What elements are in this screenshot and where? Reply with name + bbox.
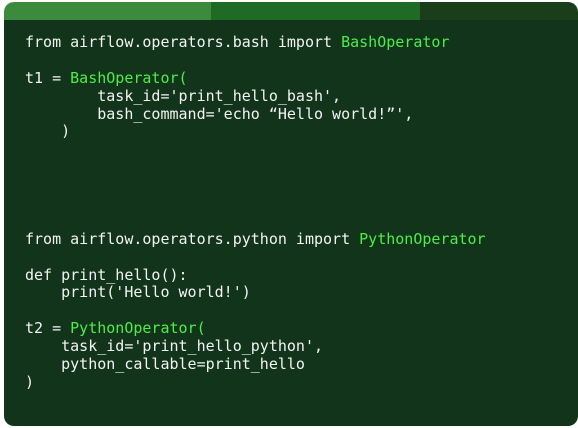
code-line: print('Hello world!') (25, 284, 578, 302)
code-class-name: BashOperator (341, 33, 450, 51)
code-line: task_id='print_hello_python', (25, 337, 578, 356)
code-text: task_id='print_hello_bash', (25, 86, 342, 105)
code-text: from airflow.operators.python import (25, 229, 360, 248)
code-text: ) (25, 372, 35, 391)
code-line: t2 = PythonOperator( (25, 319, 578, 338)
code-class-name: PythonOperator (359, 229, 486, 248)
code-line: t1 = BashOperator( (25, 68, 578, 88)
code-line: ) (25, 123, 578, 141)
code-line: from airflow.operators.bash import BashO… (25, 33, 578, 52)
code-panel: from airflow.operators.bash import BashO… (4, 20, 578, 426)
code-text: task_id='print_hello_python', (25, 337, 324, 356)
code-text: bash_command='echo “Hello world!”', (25, 104, 414, 123)
slide-canvas: from airflow.operators.bash import BashO… (0, 0, 578, 428)
code-line: ) (25, 372, 578, 392)
code-line: def print_hello(): (25, 265, 578, 285)
code-text: print('Hello world!') (25, 283, 251, 302)
code-line: from airflow.operators.python import Pyt… (25, 229, 578, 249)
code-text: from airflow.operators.bash import (25, 33, 342, 51)
code-text: ) (25, 122, 71, 141)
code-text: python_callable=print_hello (25, 355, 305, 374)
code-line: python_callable=print_hello (25, 355, 578, 374)
code-text: def print_hello(): (25, 265, 188, 284)
code-line: bash_command='echo “Hello world!”', (25, 104, 578, 124)
code-text: t1 = (25, 68, 71, 87)
code-class-name: PythonOperator( (70, 319, 206, 338)
code-class-name: BashOperator( (70, 68, 188, 87)
code-block: from airflow.operators.bash import BashO… (25, 33, 578, 392)
code-line: task_id='print_hello_bash', (25, 86, 578, 106)
code-text: t2 = (25, 319, 71, 338)
